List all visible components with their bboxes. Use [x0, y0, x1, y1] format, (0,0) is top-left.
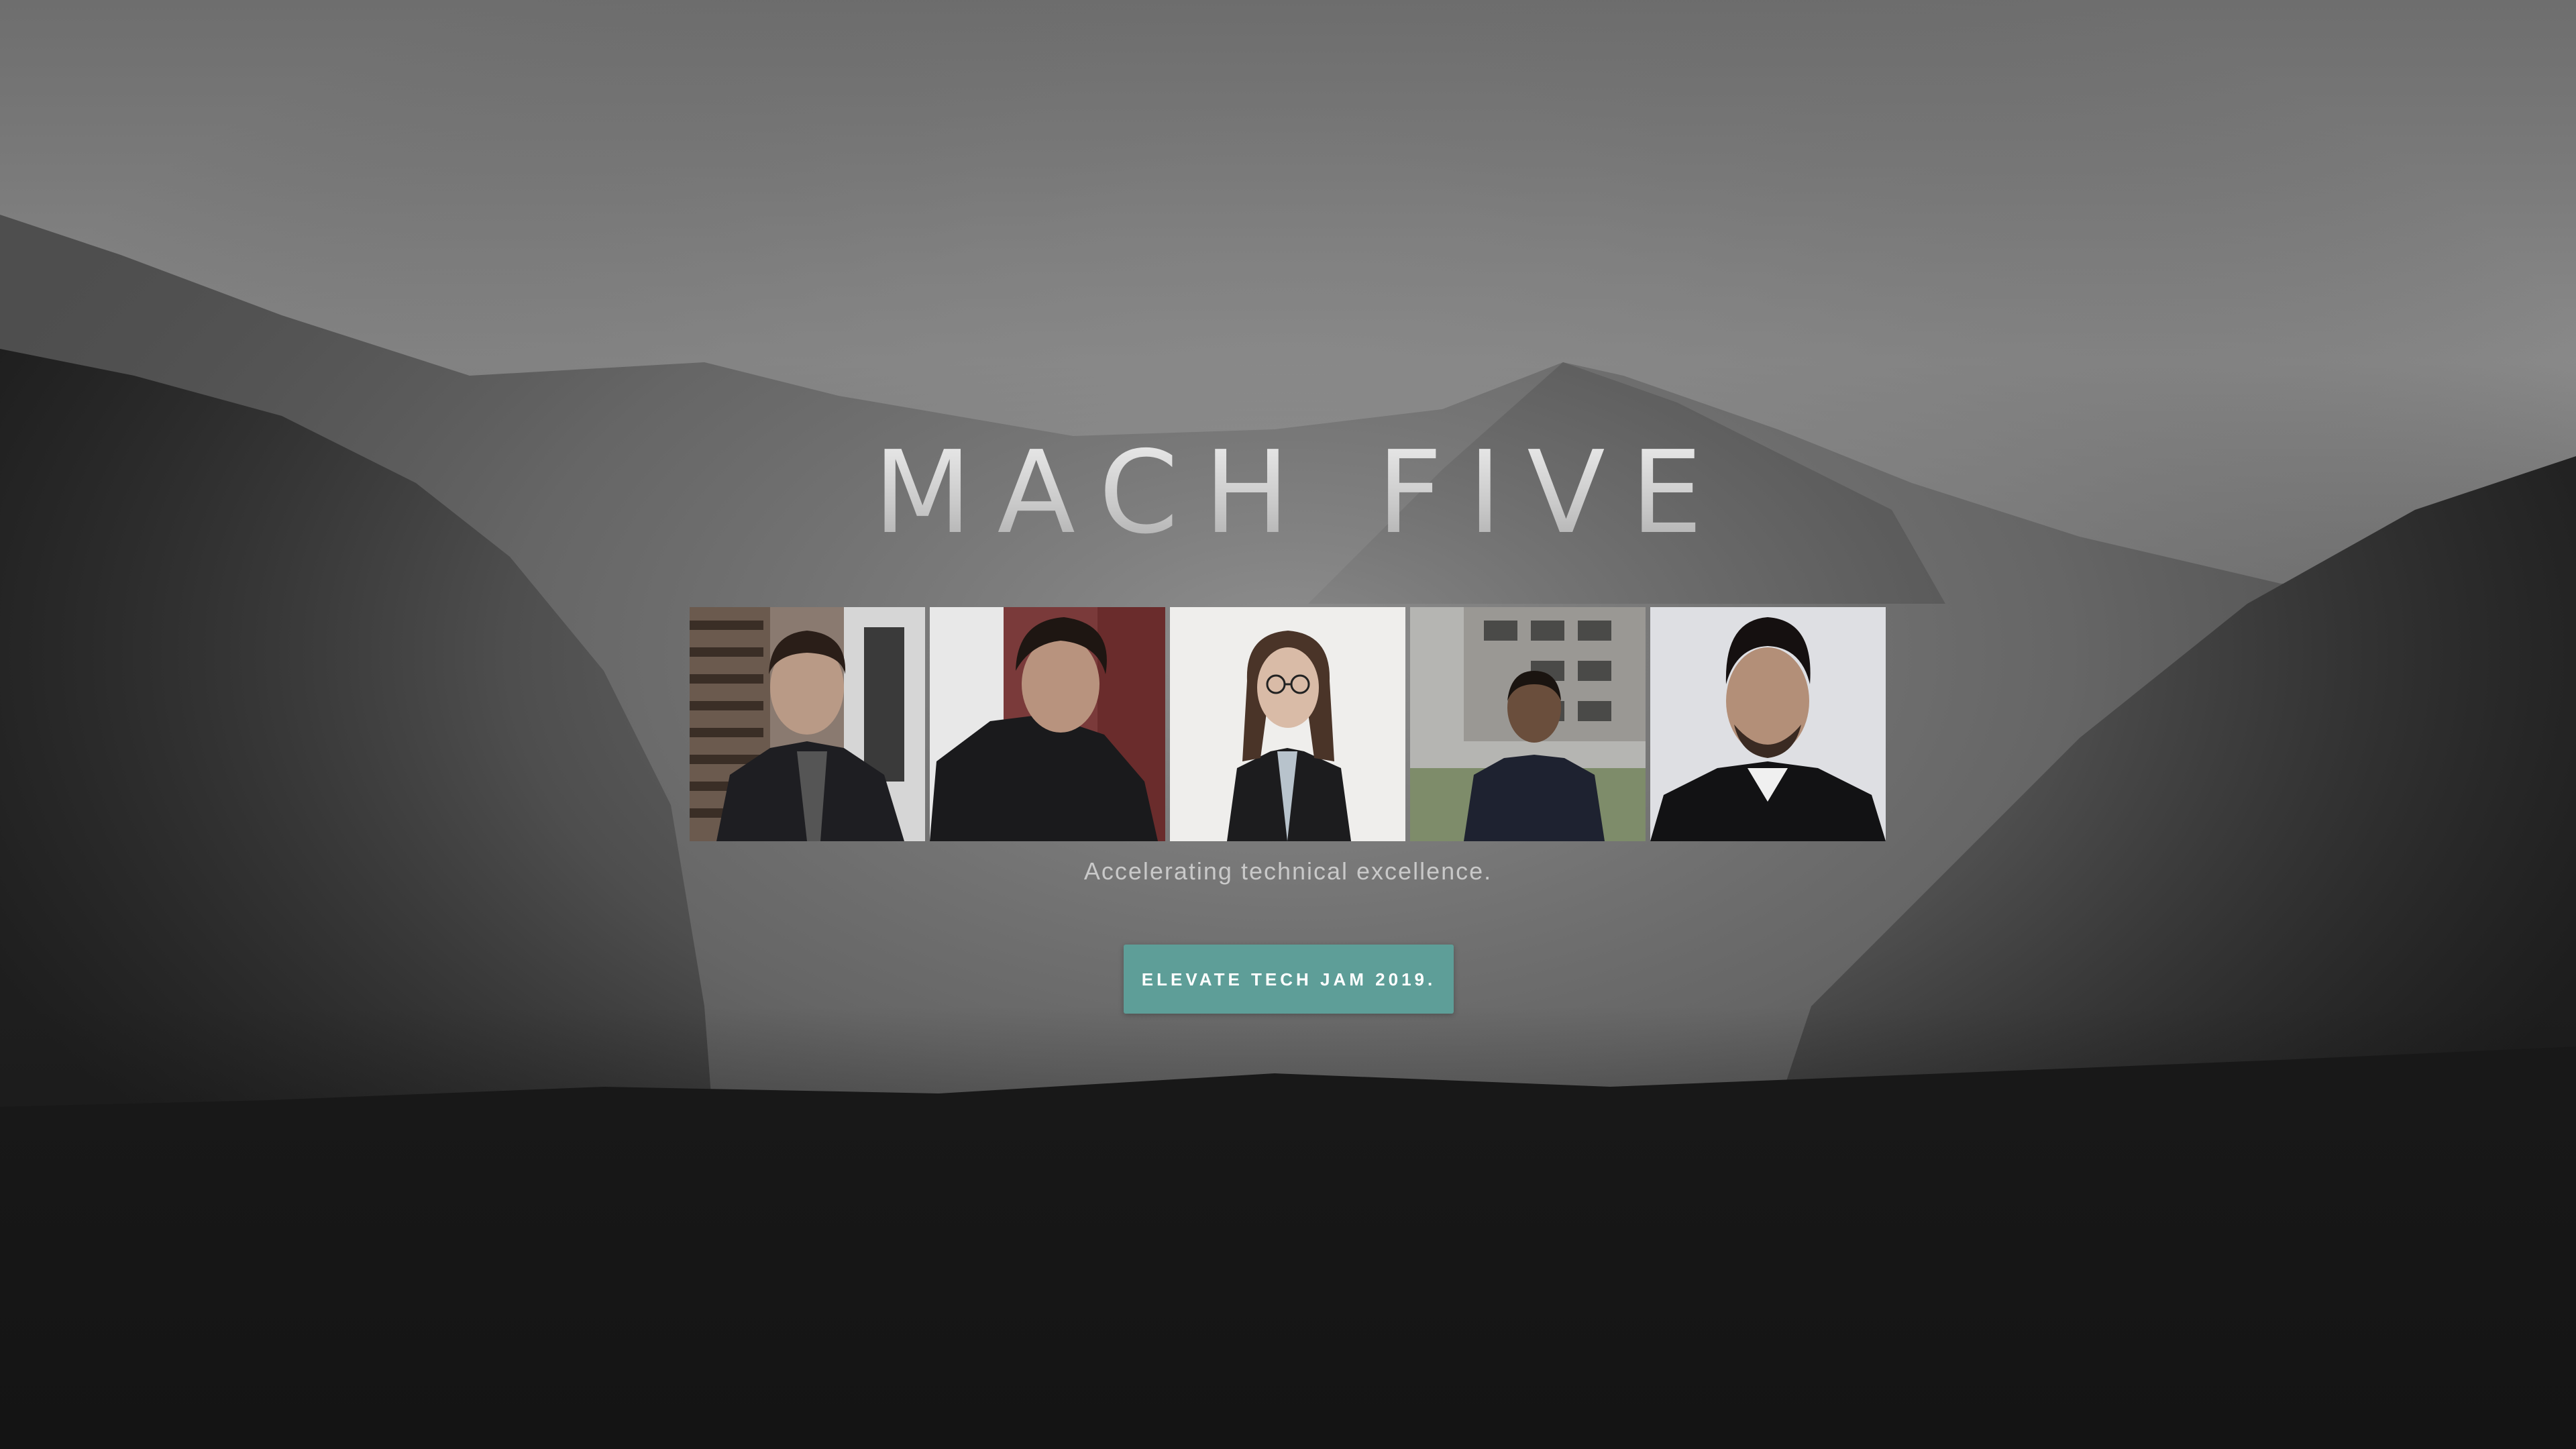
- team-member-photo-4: [1410, 607, 1646, 841]
- team-photo-strip: [690, 607, 1888, 841]
- page-title: MACH FIVE: [0, 426, 2576, 560]
- team-member-photo-2: [930, 607, 1165, 841]
- elevate-tech-jam-button[interactable]: ELEVATE TECH JAM 2019.: [1124, 945, 1454, 1014]
- hero-section: MACH FIVE Accelerating technical excelle…: [0, 0, 2576, 1449]
- team-member-photo-3: [1170, 607, 1405, 841]
- team-member-photo-5: [1650, 607, 1886, 841]
- team-member-photo-1: [690, 607, 925, 841]
- tagline: Accelerating technical excellence.: [1083, 857, 1493, 885]
